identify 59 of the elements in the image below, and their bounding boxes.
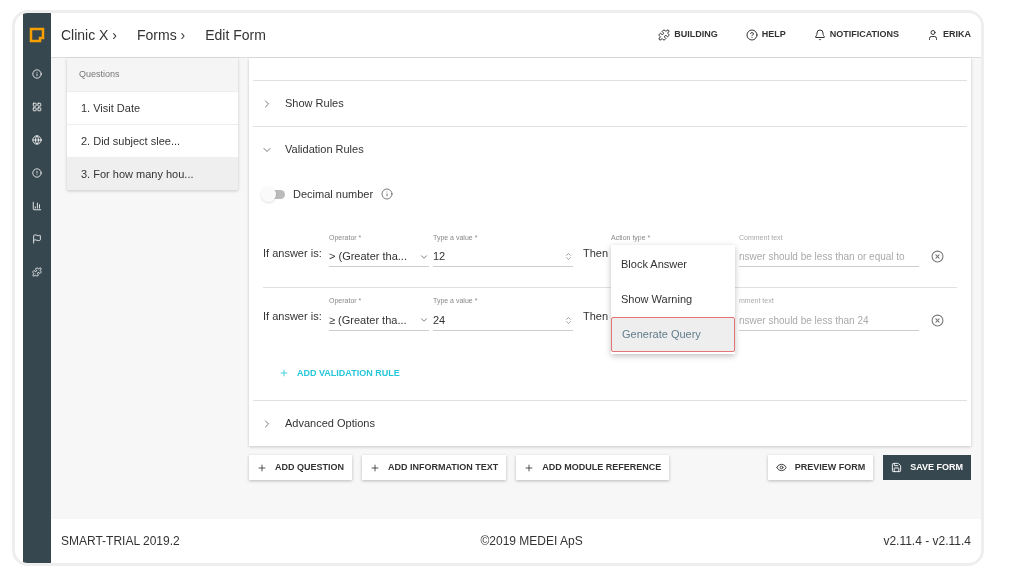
add-button[interactable]: ADD MODULE REFERENCE: [516, 455, 670, 480]
add-button[interactable]: ADD QUESTION: [249, 455, 352, 480]
preview-button[interactable]: PREVIEW FORM: [767, 455, 874, 480]
section-header[interactable]: Validation Rules: [253, 127, 967, 172]
breadcrumb[interactable]: Forms ›: [137, 24, 186, 46]
chart-icon: [32, 200, 42, 211]
breadcrumb[interactable]: Clinic X ›: [61, 24, 117, 46]
plus-icon: [279, 368, 289, 379]
then-label: Then: [583, 245, 607, 261]
rule-prefix: If answer is:: [263, 309, 323, 324]
globe-icon: [32, 134, 42, 145]
operator-select[interactable]: ≥ (Greater tha...: [329, 310, 429, 331]
questions-header: Questions: [67, 58, 238, 91]
user-icon: [927, 29, 939, 41]
info-icon: [32, 68, 42, 79]
value-input[interactable]: 24: [433, 310, 573, 331]
question-item[interactable]: 3. For how many hou...: [67, 157, 238, 190]
breadcrumb[interactable]: Edit Form: [205, 24, 266, 46]
puzzle-icon: [32, 266, 42, 277]
app-version: v2.11.4 - v2.11.4: [883, 533, 971, 550]
section-header[interactable]: Advanced Options: [253, 401, 967, 446]
product-version: SMART-TRIAL 2019.2: [61, 533, 180, 550]
help-icon: [745, 29, 758, 41]
stepper-icon: [564, 315, 573, 325]
caret-icon: [419, 315, 429, 325]
header-button[interactable]: HELP: [745, 28, 786, 42]
section-header[interactable]: Show Rules: [253, 81, 967, 126]
info-icon: [381, 188, 394, 201]
remove-icon[interactable]: [931, 250, 944, 263]
header-button[interactable]: BUILDING: [658, 28, 718, 42]
header-button[interactable]: ERIKA: [927, 28, 971, 42]
grid-icon: [32, 101, 42, 112]
save-icon: [891, 462, 903, 473]
menu-item[interactable]: Block Answer: [611, 246, 735, 282]
toggle-label: Decimal number: [293, 187, 374, 202]
puzzle-icon: [658, 29, 671, 41]
then-label: Then: [583, 309, 607, 324]
menu-item[interactable]: Show Warning: [611, 281, 735, 317]
eye-icon: [775, 462, 787, 473]
toggle-switch[interactable]: [263, 189, 285, 199]
menu-item[interactable]: Generate Query: [611, 316, 735, 352]
question-item[interactable]: 1. Visit Date: [67, 91, 238, 124]
add-button[interactable]: ADD INFORMATION TEXT: [362, 455, 507, 480]
plus-icon: [257, 462, 267, 473]
remove-icon[interactable]: [931, 313, 944, 327]
flag-icon: [32, 233, 42, 244]
question-item[interactable]: 2. Did subject slee...: [67, 124, 238, 157]
rule-prefix: If answer is:: [263, 245, 323, 261]
logo-icon: [29, 27, 45, 43]
plus-icon: [524, 462, 535, 473]
header-button[interactable]: NOTIFICATIONS: [813, 28, 899, 42]
alert-icon: [32, 167, 42, 178]
save-button[interactable]: SAVE FORM: [883, 455, 971, 480]
operator-select[interactable]: > (Greater tha...: [329, 247, 429, 267]
copyright: ©2019 MEDEI ApS: [480, 533, 583, 550]
plus-icon: [370, 462, 380, 473]
stepper-icon: [564, 252, 573, 261]
bell-icon: [813, 29, 826, 41]
value-input[interactable]: 12: [433, 247, 573, 267]
